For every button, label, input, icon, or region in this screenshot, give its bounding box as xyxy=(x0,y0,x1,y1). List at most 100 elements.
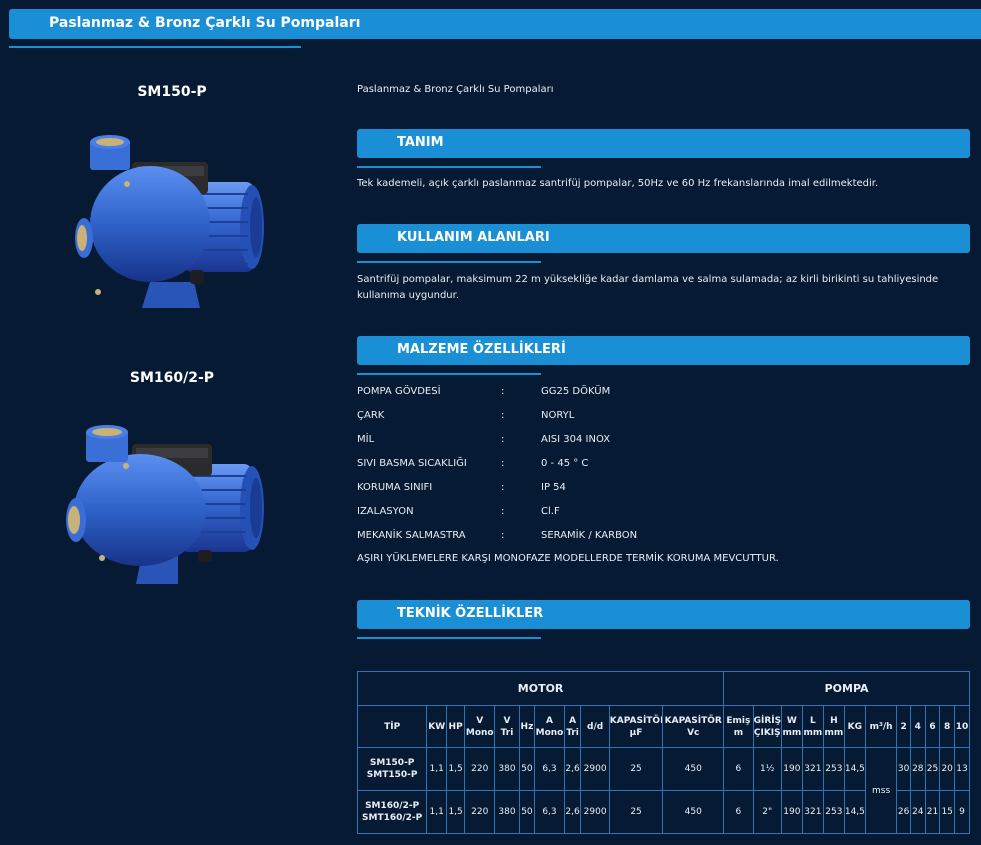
cell-hp: 1,5 xyxy=(446,790,466,834)
cell-q10: 13 xyxy=(954,747,970,791)
spec-separator: : xyxy=(501,530,505,541)
cell-l: 321 xyxy=(801,747,824,791)
col-header-kg: KG xyxy=(843,705,866,748)
header-line: A xyxy=(569,715,577,726)
spec-key: MEKANİK SALMASTRA xyxy=(357,530,466,541)
spec-separator: : xyxy=(501,386,505,397)
header-line: V xyxy=(503,715,511,726)
cell-hp: 1,5 xyxy=(446,747,466,791)
page-title: Paslanmaz & Bronz Çarklı Su Pompaları xyxy=(49,15,361,31)
spec-value: SERAMİK / KARBON xyxy=(541,530,638,541)
col-header-l: Lmm xyxy=(801,705,824,748)
spec-key: IZALASYON xyxy=(357,506,414,517)
col-header-w: Wmm xyxy=(780,705,803,748)
section-underline xyxy=(357,166,541,168)
cell-kapasitor-uf: 25 xyxy=(608,790,664,834)
header-line: H xyxy=(830,715,838,726)
header-line: Mono xyxy=(465,727,494,738)
cell-q4: 24 xyxy=(909,790,926,834)
pump-image-sm150[interactable] xyxy=(72,132,267,314)
header-line: ÇIKIŞ xyxy=(753,727,781,738)
title-underline xyxy=(9,46,301,48)
model-line: SM160/2-P xyxy=(365,801,420,811)
header-line: W xyxy=(786,715,797,726)
header-line: A xyxy=(546,715,553,726)
cell-kw: 1,1 xyxy=(426,747,448,791)
col-header-q4: 4 xyxy=(909,705,926,748)
cell-q4: 28 xyxy=(909,747,926,791)
cell-kapasitor-uf: 25 xyxy=(608,747,664,791)
col-header-v-mono: V Mono xyxy=(464,705,496,748)
cell-v-tri: 380 xyxy=(494,790,520,834)
col-header-giris-cikis: GİRİŞ ÇIKIŞ xyxy=(752,705,782,748)
cell-a-mono: 6,3 xyxy=(534,790,565,834)
col-header-v-tri: V Tri xyxy=(494,705,520,748)
page-title-bar: Paslanmaz & Bronz Çarklı Su Pompaları xyxy=(9,9,981,39)
table-row: SM150-P SMT150-P 1,1 1,5 220 380 50 6,3 2… xyxy=(356,747,970,834)
spec-value: GG25 DÖKÜM xyxy=(541,386,611,397)
col-header-dd: d/d xyxy=(580,705,610,748)
model-line: SMT150-P xyxy=(366,770,418,780)
spec-value: AISI 304 INOX xyxy=(541,434,611,445)
cell-hz: 50 xyxy=(518,790,536,834)
cell-kw: 1,1 xyxy=(426,790,448,834)
cell-a-tri: 2,6 xyxy=(563,790,582,834)
thermal-protection-note: AŞIRI YÜKLEMELERE KARŞI MONOFAZE MODELLE… xyxy=(357,553,779,564)
section-underline xyxy=(357,261,541,263)
cell-dd: 2900 xyxy=(580,790,610,834)
col-header-kw: KW xyxy=(426,705,448,748)
cell-l: 321 xyxy=(801,790,824,834)
spec-value: 0 - 45 ° C xyxy=(541,458,589,469)
cell-q8: 15 xyxy=(939,790,956,834)
section-header-tanim: TANIM xyxy=(357,129,970,158)
cell-dd: 2900 xyxy=(580,747,610,791)
technical-specs-table: MOTOR POMPA TİP KW HP V Mono V Tri Hz A Mon… xyxy=(356,671,970,834)
header-line: mm xyxy=(824,727,844,738)
header-line: V xyxy=(476,715,484,726)
cell-mss: mss xyxy=(864,747,898,834)
spec-value: IP 54 xyxy=(541,482,566,493)
col-header-q2: 2 xyxy=(896,705,911,748)
spec-value: NORYL xyxy=(541,410,575,421)
header-line: Tri xyxy=(500,727,514,738)
cell-kg: 14,5 xyxy=(843,790,866,834)
motor-group-header: MOTOR xyxy=(356,671,725,706)
header-line: Tri xyxy=(566,727,579,738)
header-line: GİRİŞ xyxy=(753,715,782,726)
section-header-kullanim: KULLANIM ALANLARI xyxy=(357,224,970,253)
section-title-tanim: TANIM xyxy=(397,135,444,150)
header-line: mm xyxy=(782,727,802,738)
spec-key: POMPA GÖVDESİ xyxy=(357,386,441,397)
model-line: SMT160/2-P xyxy=(362,813,423,823)
section-underline xyxy=(357,373,541,375)
col-header-h: Hmm xyxy=(822,705,845,748)
section-title-malzeme: MALZEME ÖZELLİKLERİ xyxy=(397,342,566,357)
col-header-q10: 10 xyxy=(954,705,970,748)
cell-a-mono: 6,3 xyxy=(534,747,565,791)
col-header-a-tri: A Tri xyxy=(563,705,582,748)
product-name-sm160: SM160/2-P xyxy=(129,370,215,386)
spec-value: Cl.F xyxy=(541,506,560,517)
section-header-teknik: TEKNİK ÖZELLİKLER xyxy=(357,600,970,629)
cell-giris-cikis: 2" xyxy=(752,790,782,834)
header-line: Emiş xyxy=(726,715,751,726)
spec-separator: : xyxy=(501,434,505,445)
cell-q8: 20 xyxy=(939,747,956,791)
section-header-malzeme: MALZEME ÖZELLİKLERİ xyxy=(357,336,970,365)
spec-separator: : xyxy=(501,410,505,421)
model-line: SM150-P xyxy=(369,758,415,768)
cell-q10: 9 xyxy=(954,790,970,834)
cell-tip: SM160/2-P SMT160/2-P xyxy=(356,790,428,834)
header-line: KAPASİTÖR xyxy=(664,715,722,726)
section-underline xyxy=(357,637,541,639)
col-header-q6: 6 xyxy=(924,705,941,748)
pump-image-sm160[interactable] xyxy=(62,424,267,592)
product-name-sm150: SM150-P xyxy=(137,84,207,100)
header-line: mm xyxy=(803,727,823,738)
spec-key: ÇARK xyxy=(357,410,385,421)
cell-w: 190 xyxy=(780,790,803,834)
col-header-kapasitor-vc: KAPASİTÖR Vc xyxy=(662,705,725,748)
col-header-m3h: m³/h xyxy=(864,705,898,748)
cell-tip: SM150-P SMT150-P xyxy=(356,747,428,791)
intro-text: Paslanmaz & Bronz Çarklı Su Pompaları xyxy=(357,84,554,95)
